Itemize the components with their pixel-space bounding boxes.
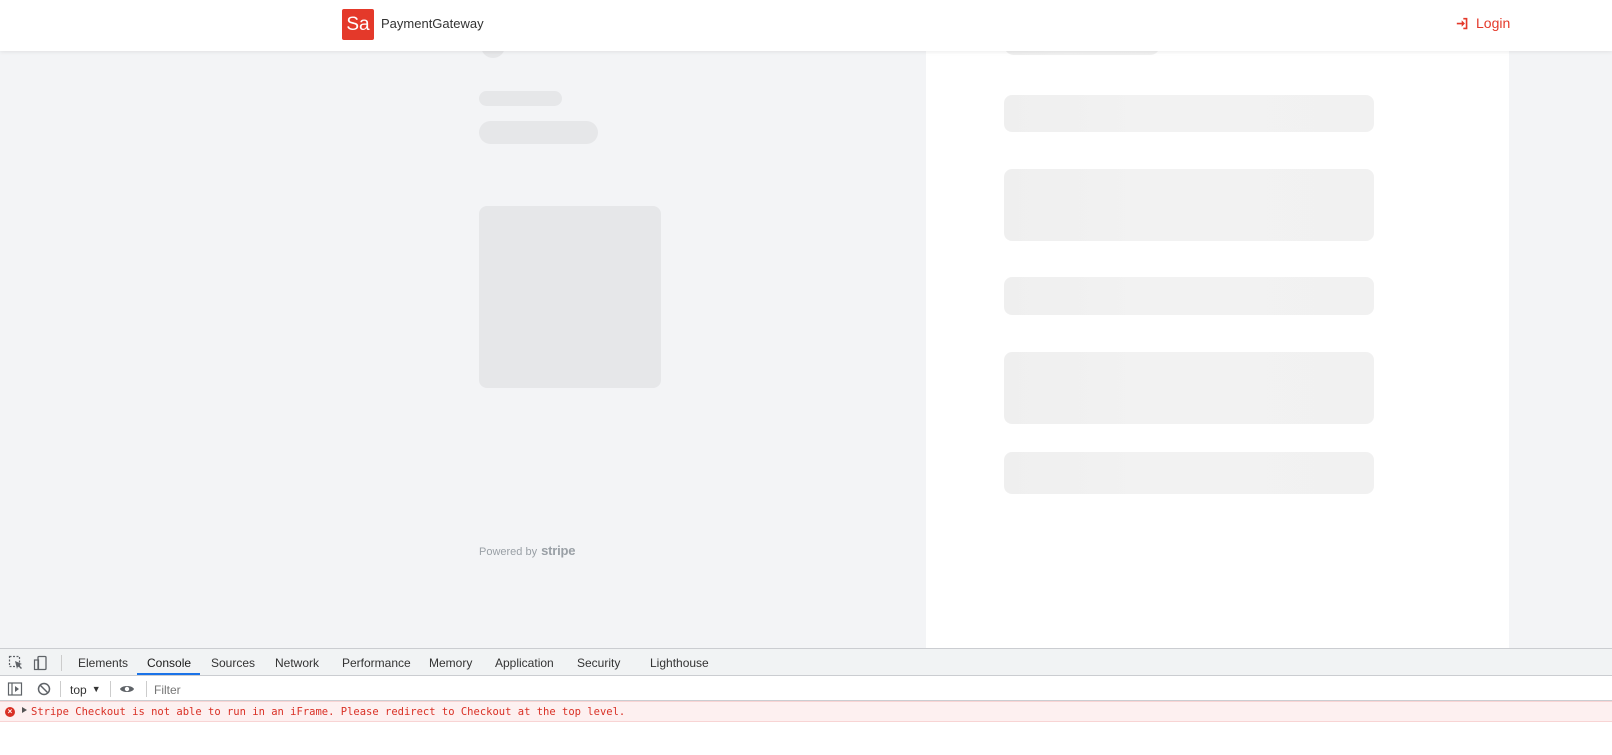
skeleton-field: [1004, 277, 1374, 315]
inspect-element-icon[interactable]: [8, 655, 24, 671]
brand-logo[interactable]: Sa: [342, 9, 374, 40]
active-tab-indicator: [137, 673, 200, 675]
device-toolbar-icon[interactable]: [33, 655, 49, 671]
clear-console-icon[interactable]: [36, 681, 52, 697]
console-error-message[interactable]: × Stripe Checkout is not able to run in …: [0, 701, 1612, 722]
context-selector[interactable]: top ▼: [70, 683, 101, 697]
sign-in-icon: [1456, 17, 1468, 29]
tab-security[interactable]: Security: [577, 656, 620, 670]
login-label: Login: [1476, 15, 1511, 31]
toolbar-divider: [61, 655, 62, 671]
powered-by-stripe[interactable]: Powered by stripe: [479, 543, 575, 558]
toolbar-divider: [110, 681, 111, 697]
tab-network[interactable]: Network: [275, 656, 319, 670]
top-navbar: Sa PaymentGateway Login: [0, 0, 1612, 51]
eye-icon[interactable]: [119, 681, 135, 697]
stripe-logo: stripe: [541, 543, 576, 558]
tab-memory[interactable]: Memory: [429, 656, 472, 670]
tab-sources[interactable]: Sources: [211, 656, 255, 670]
devtools-panel: Elements Console Sources Network Perform…: [0, 648, 1612, 755]
console-filter-input[interactable]: [154, 681, 1604, 698]
skeleton-field: [1004, 95, 1374, 132]
context-label: top: [70, 683, 87, 697]
skeleton-line: [479, 91, 562, 106]
expand-arrow-icon[interactable]: [22, 707, 27, 713]
skeleton-product-image: [479, 206, 661, 388]
show-sidebar-icon[interactable]: [7, 681, 23, 697]
tab-console[interactable]: Console: [147, 656, 191, 670]
devtools-tabbar: Elements Console Sources Network Perform…: [0, 649, 1612, 676]
tab-elements[interactable]: Elements: [78, 656, 128, 670]
dropdown-arrow-icon: ▼: [91, 684, 101, 694]
skeleton-field: [1004, 169, 1374, 241]
tab-performance[interactable]: Performance: [342, 656, 411, 670]
error-icon: ×: [5, 707, 15, 717]
login-link[interactable]: Login: [1456, 15, 1510, 31]
powered-by-label: Powered by: [479, 546, 538, 558]
tab-lighthouse[interactable]: Lighthouse: [650, 656, 709, 670]
brand-name[interactable]: PaymentGateway: [381, 16, 484, 31]
order-summary-pane: [0, 51, 926, 648]
console-toolbar: top ▼: [0, 677, 1612, 701]
skeleton-line: [479, 121, 598, 144]
toolbar-divider: [60, 681, 61, 697]
skeleton-field: [1004, 352, 1374, 424]
tab-application[interactable]: Application: [495, 656, 554, 670]
skeleton-pay-button: [1004, 452, 1374, 494]
error-text: Stripe Checkout is not able to run in an…: [31, 706, 626, 718]
toolbar-divider: [146, 681, 147, 697]
payment-form-pane: [926, 51, 1509, 648]
page-background: [1509, 51, 1612, 648]
